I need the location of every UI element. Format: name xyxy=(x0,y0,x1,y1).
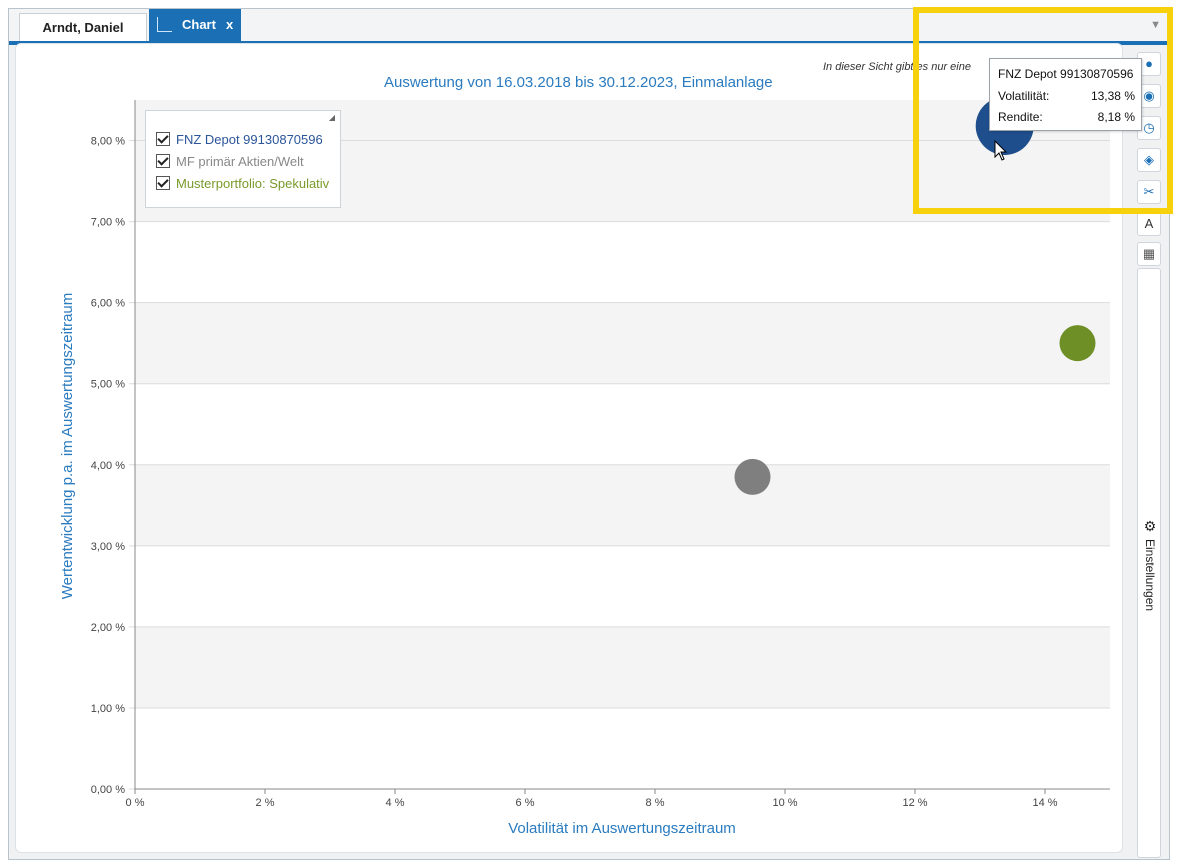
y-tick-label: 8,00 % xyxy=(91,136,125,148)
x-tick-label: 8 % xyxy=(646,797,665,809)
settings-label: Einstellungen xyxy=(1143,539,1157,612)
chart-legend: ◢ FNZ Depot 99130870596 MF primär Aktien… xyxy=(145,110,341,208)
gear-icon: ⚙ xyxy=(1143,518,1157,534)
grid-band xyxy=(135,464,1110,546)
x-tick-label: 6 % xyxy=(516,797,535,809)
x-tick-label: 0 % xyxy=(126,797,145,809)
data-point[interactable] xyxy=(1059,325,1096,362)
x-axis-label: Volatilität im Auswertungszeitraum xyxy=(508,820,736,837)
y-tick-label: 6,00 % xyxy=(91,298,125,310)
legend-item[interactable]: Musterportfolio: Spekulativ xyxy=(156,175,329,193)
x-tick-label: 14 % xyxy=(1032,797,1057,809)
y-tick-label: 4,00 % xyxy=(91,460,125,472)
table-icon[interactable]: ▦ xyxy=(1137,242,1161,266)
checkbox-icon[interactable] xyxy=(156,154,170,168)
settings-button[interactable]: ⚙ Einstellungen xyxy=(1140,518,1160,616)
y-axis-label: Wertentwicklung p.a. im Auswertungszeitr… xyxy=(59,293,76,600)
collapse-icon[interactable]: ◢ xyxy=(329,113,335,122)
checkbox-icon[interactable] xyxy=(156,176,170,190)
y-tick-label: 3,00 % xyxy=(91,541,125,553)
legend-label: Musterportfolio: Spekulativ xyxy=(176,176,330,191)
y-tick-label: 5,00 % xyxy=(91,379,125,391)
grid-band xyxy=(135,302,1110,384)
legend-item[interactable]: MF primär Aktien/Welt xyxy=(156,153,304,171)
x-tick-label: 2 % xyxy=(256,797,275,809)
data-point[interactable] xyxy=(734,458,771,495)
x-tick-label: 4 % xyxy=(386,797,405,809)
mouse-cursor-icon xyxy=(994,140,1008,161)
legend-label: FNZ Depot 99130870596 xyxy=(176,132,323,147)
legend-label: MF primär Aktien/Welt xyxy=(176,154,304,169)
checkbox-icon[interactable] xyxy=(156,132,170,146)
grid-band xyxy=(135,626,1110,708)
font-icon[interactable]: A xyxy=(1137,212,1161,236)
y-tick-label: 2,00 % xyxy=(91,622,125,634)
y-tick-label: 7,00 % xyxy=(91,217,125,229)
y-tick-label: 1,00 % xyxy=(91,703,125,715)
x-tick-label: 12 % xyxy=(902,797,927,809)
highlight-box xyxy=(913,7,1173,214)
x-tick-label: 10 % xyxy=(772,797,797,809)
legend-item[interactable]: FNZ Depot 99130870596 xyxy=(156,131,323,149)
y-tick-label: 0,00 % xyxy=(91,784,125,796)
